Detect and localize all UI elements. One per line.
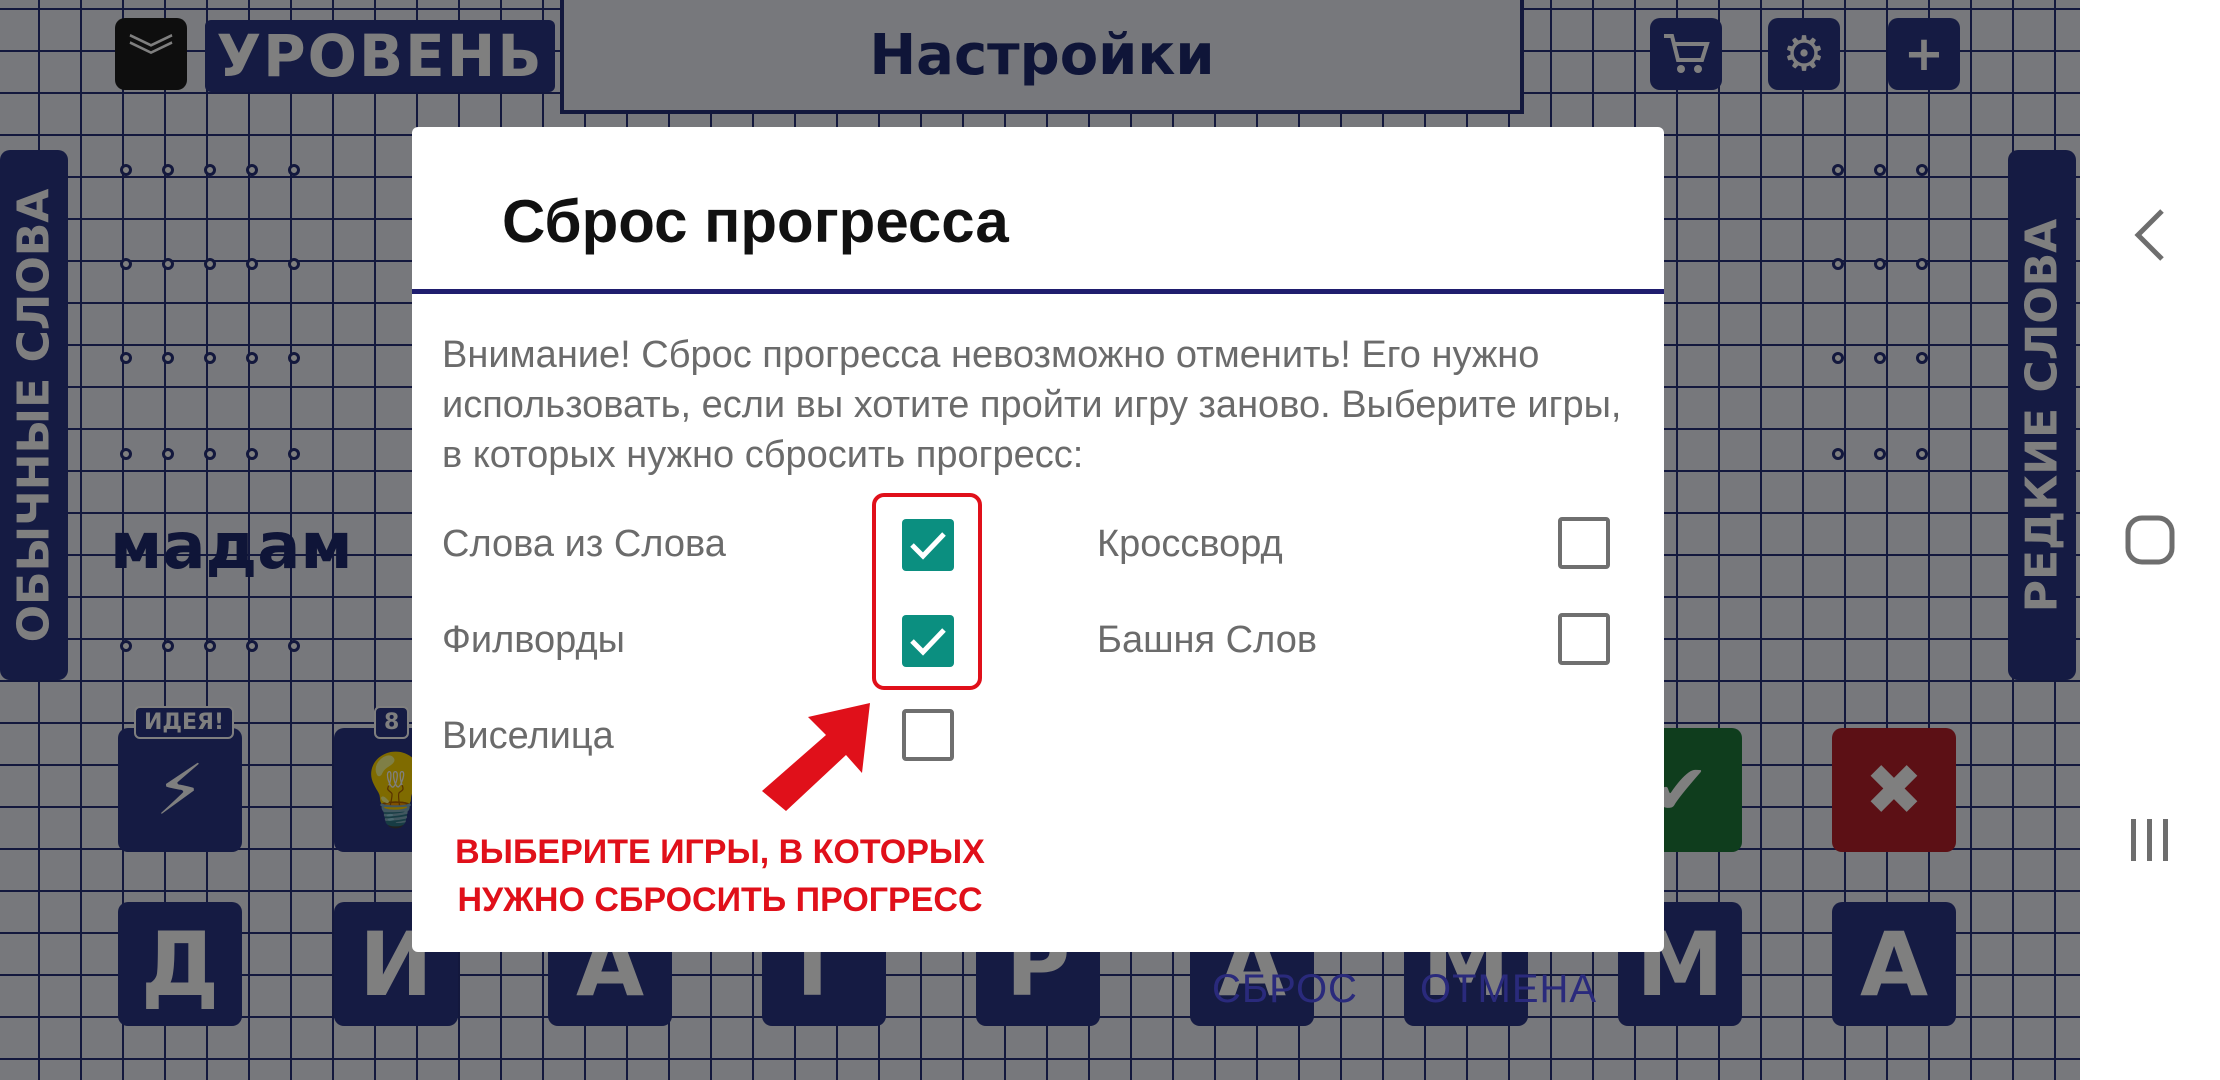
cancel-button[interactable]: ОТМЕНА xyxy=(1420,967,1597,1012)
option-label-hangman: Виселица xyxy=(442,715,614,757)
recent-apps-icon[interactable] xyxy=(2080,805,2220,875)
annotation-highlight-box xyxy=(872,493,982,690)
annotation-line-1: ВЫБЕРИТЕ ИГРЫ, В КОТОРЫХ xyxy=(455,833,985,871)
reset-button[interactable]: СБРОС xyxy=(1212,967,1358,1012)
dialog-message: Внимание! Сброс прогресса невозможно отм… xyxy=(442,334,1622,476)
home-icon[interactable] xyxy=(2080,505,2220,575)
option-label-word-tower: Башня Слов xyxy=(1097,619,1318,661)
dialog-title: Сброс прогресса xyxy=(502,188,1009,255)
checkbox-crossword[interactable] xyxy=(1558,517,1610,569)
annotation-text: ВЫБЕРИТЕ ИГРЫ, В КОТОРЫХ НУЖНО СБРОСИТЬ … xyxy=(440,828,1000,924)
back-icon[interactable] xyxy=(2080,200,2220,270)
option-label-words: Слова из Слова xyxy=(442,523,726,565)
system-nav-bar xyxy=(2080,0,2220,1080)
checkbox-hangman[interactable] xyxy=(902,709,954,761)
annotation-arrow-icon xyxy=(762,703,870,811)
title-divider xyxy=(412,289,1664,294)
option-label-fillwords: Филворды xyxy=(442,619,625,661)
option-label-crossword: Кроссворд xyxy=(1097,523,1283,565)
checkbox-word-tower[interactable] xyxy=(1558,613,1610,665)
annotation-line-2: НУЖНО СБРОСИТЬ ПРОГРЕСС xyxy=(457,881,983,919)
